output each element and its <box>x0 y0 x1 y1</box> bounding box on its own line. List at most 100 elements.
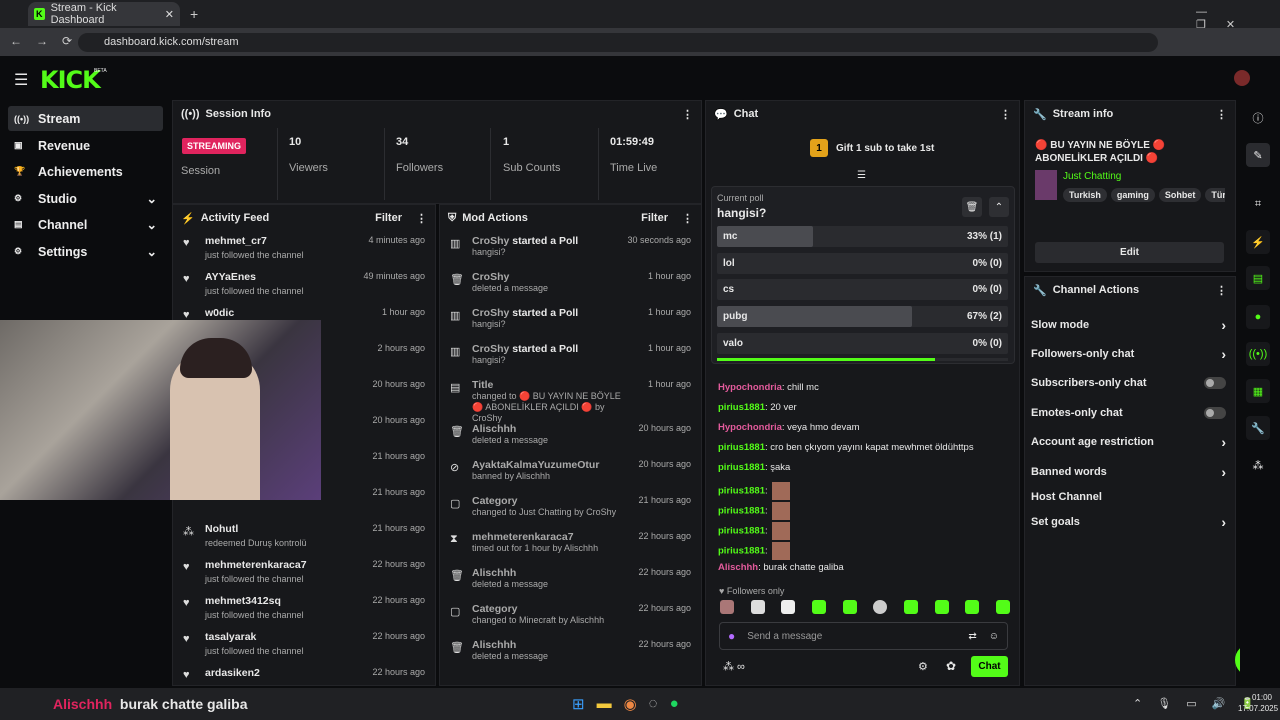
crop-icon[interactable]: ⌗ <box>1246 192 1270 216</box>
activity-filter-button[interactable]: Filter <box>375 212 402 225</box>
activity-user[interactable]: mehmeterenkaraca7 <box>205 559 307 571</box>
kebab-icon[interactable]: ⋮ <box>682 108 693 121</box>
activity-user[interactable]: Nohutl <box>205 523 307 535</box>
channel-action-followers-only-chat[interactable]: Followers-only chat › <box>1031 342 1226 366</box>
channel-action-host-channel[interactable]: Host Channel <box>1031 485 1226 509</box>
sidebar-item-stream[interactable]: ((•)) Stream <box>8 106 163 131</box>
kebab-icon[interactable]: ⋮ <box>1216 284 1227 297</box>
chat-bubble-icon[interactable]: ● <box>1246 305 1270 329</box>
kebab-icon[interactable]: ⋮ <box>1000 108 1011 121</box>
toggle-switch[interactable] <box>1204 377 1226 389</box>
chat-tools-icon[interactable]: ⁂ ∞ <box>723 660 745 673</box>
doc-icon[interactable]: ▤ <box>1246 266 1270 290</box>
mod-actor[interactable]: CroShy <box>472 343 509 355</box>
stream-tag[interactable]: Turkish <box>1063 188 1107 202</box>
stream-tag[interactable]: gaming <box>1110 188 1155 202</box>
kebab-icon[interactable]: ⋮ <box>416 212 427 225</box>
tools-icon[interactable]: ⁂ <box>1246 453 1270 477</box>
avatar[interactable] <box>1234 70 1250 86</box>
activity-user[interactable]: mehmet_cr7 <box>205 235 304 247</box>
mod-filter-button[interactable]: Filter <box>641 212 668 225</box>
sidebar-item-revenue[interactable]: ▣ Revenue <box>8 133 163 158</box>
activity-user[interactable]: ardasiken2 <box>205 667 260 679</box>
mod-actor[interactable]: CroShy <box>472 271 509 283</box>
channel-action-set-goals[interactable]: Set goals › <box>1031 510 1226 534</box>
emote-bar[interactable] <box>720 600 1010 616</box>
mod-actor[interactable]: Title <box>472 379 493 391</box>
chevron-down-icon[interactable]: ⌄ <box>147 191 157 206</box>
toggle-switch[interactable] <box>1204 407 1226 419</box>
activity-user[interactable]: tasalyarak <box>205 631 304 643</box>
stream-tag[interactable]: Türkç <box>1205 188 1225 202</box>
channel-action-slow-mode[interactable]: Slow mode › <box>1031 313 1226 337</box>
chevron-down-icon[interactable]: ⌄ <box>147 217 157 232</box>
chat-username[interactable]: pirius1881 <box>718 402 765 413</box>
activity-user[interactable]: mehmet3412sq <box>205 595 304 607</box>
taskbar-apps[interactable]: ⊞ ▬ ◉ ◌ ● <box>572 695 679 713</box>
activity-user[interactable]: AYYaEnes <box>205 271 304 283</box>
wrench-icon[interactable]: 🔧 <box>1246 416 1270 440</box>
sidebar-item-studio[interactable]: ⚙ Studio ⌄ <box>8 186 163 211</box>
new-tab-icon[interactable]: + <box>190 6 198 22</box>
pencil-icon[interactable]: ✎ <box>1246 143 1270 167</box>
chat-username[interactable]: pirius1881 <box>718 486 765 497</box>
mic-icon[interactable]: ● <box>728 629 735 643</box>
mod-actor[interactable]: CroShy <box>472 307 509 319</box>
send-chat-button[interactable]: Chat <box>971 656 1008 677</box>
activity-text: ardasiken2 <box>205 663 260 679</box>
chat-username[interactable]: pirius1881 <box>718 546 765 557</box>
info-icon[interactable]: ⓘ <box>1246 106 1270 130</box>
mod-actor[interactable]: AyaktaKalmaYuzumeOtur <box>472 459 599 471</box>
channel-action-banned-words[interactable]: Banned words › <box>1031 460 1226 484</box>
pin-icon[interactable]: ☰ <box>857 170 866 181</box>
kick-logo[interactable]: KICK <box>40 66 101 94</box>
chevron-down-icon[interactable]: ⌄ <box>147 244 157 259</box>
chat-input-box[interactable]: ● Send a message ⇄ ☺ <box>719 622 1008 650</box>
edit-stream-button[interactable]: Edit <box>1035 242 1224 263</box>
translate-icon[interactable]: ⇄ <box>968 631 976 642</box>
chat-username[interactable]: Hypochondria <box>718 422 782 433</box>
mod-actor[interactable]: Category <box>472 495 518 507</box>
category-name[interactable]: Just Chatting <box>1063 171 1121 182</box>
mod-actor[interactable]: Alischhh <box>472 639 516 651</box>
gift-icon[interactable]: ✿ <box>946 659 956 673</box>
nav-buttons[interactable]: ←→⟳ <box>10 34 86 48</box>
emoji-icon[interactable]: ☺ <box>989 631 999 642</box>
chat-username[interactable]: Alischhh <box>718 562 758 573</box>
kebab-icon[interactable]: ⋮ <box>682 212 693 225</box>
url-field[interactable]: dashboard.kick.com/stream <box>78 33 1158 52</box>
channel-action-emotes-only-chat[interactable]: Emotes-only chat <box>1031 401 1226 425</box>
sidebar-item-channel[interactable]: ▤ Channel ⌄ <box>8 212 163 237</box>
mod-actor[interactable]: mehmeterenkaraca7 <box>472 531 574 543</box>
channel-action-subscribers-only-chat[interactable]: Subscribers-only chat <box>1031 371 1226 395</box>
kebab-icon[interactable]: ⋮ <box>1216 108 1227 121</box>
mod-actor[interactable]: CroShy <box>472 235 509 247</box>
gear-icon[interactable]: ⚙ <box>918 660 928 673</box>
activity-user[interactable]: w0dic <box>205 307 234 319</box>
close-tab-icon[interactable]: ✕ <box>165 8 174 21</box>
stream-tag[interactable]: Sohbet <box>1158 188 1202 202</box>
channel-action-account-age-restriction[interactable]: Account age restriction › <box>1031 430 1226 454</box>
trash-icon: 🗑 <box>450 642 464 654</box>
chat-input[interactable]: Send a message <box>747 631 822 642</box>
gift-sub-cta[interactable]: Gift 1 sub to take 1st <box>836 143 934 154</box>
chat-username[interactable]: Hypochondria <box>718 382 782 393</box>
sidebar-item-settings[interactable]: ⚙ Settings ⌄ <box>8 239 163 264</box>
chat-username[interactable]: pirius1881 <box>718 506 765 517</box>
bolt-icon[interactable]: ⚡ <box>1246 230 1270 254</box>
menu-icon[interactable]: ☰ <box>14 70 28 90</box>
activity-time: 22 hours ago <box>372 559 425 569</box>
trash-icon[interactable]: 🗑 <box>962 197 982 217</box>
sidebar-item-achievements[interactable]: 🏆 Achievements <box>8 159 163 184</box>
mod-actor[interactable]: Category <box>472 603 518 615</box>
chat-username[interactable]: pirius1881 <box>718 526 765 537</box>
chevron-up-icon[interactable]: ⌃ <box>989 197 1009 217</box>
people-icon[interactable]: ▦ <box>1246 379 1270 403</box>
broadcast-icon[interactable]: ((•)) <box>1246 342 1270 366</box>
chat-username[interactable]: pirius1881 <box>718 462 765 473</box>
browser-tab[interactable]: K Stream - Kick Dashboard ✕ <box>28 2 180 26</box>
mod-action-title: CroShy started a Poll <box>472 235 578 247</box>
mod-actor[interactable]: Alischhh <box>472 567 516 579</box>
mod-actor[interactable]: Alischhh <box>472 423 516 435</box>
chat-username[interactable]: pirius1881 <box>718 442 765 453</box>
